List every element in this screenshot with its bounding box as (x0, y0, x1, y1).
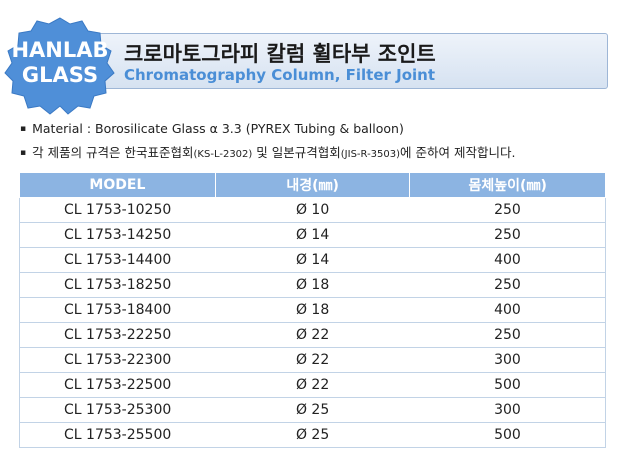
diameter-cell: Ø 18 (215, 272, 410, 298)
height-cell: 250 (409, 322, 606, 348)
model-table: MODEL 내경(㎜) 몸체높이(㎜) CL 1753-10250 Ø 10 250… (19, 172, 606, 448)
diameter-cell: Ø 14 (215, 247, 410, 273)
standard-text-a: 각 제품의 규격은 한국표준협회 (32, 145, 194, 160)
model-cell: CL 1753-22300 (19, 347, 216, 373)
table-header-row: MODEL 내경(㎜) 몸체높이(㎜) (19, 172, 606, 198)
diameter-cell: Ø 22 (215, 322, 410, 348)
model-cell: CL 1753-14250 (19, 222, 216, 248)
column-header-inner-diameter: 내경(㎜) (214, 172, 411, 198)
model-cell: CL 1753-18250 (19, 272, 216, 298)
page-title-english: Chromatography Column, Filter Joint (124, 66, 436, 84)
table-row: CL 1753-22250 Ø 22 250 (19, 322, 606, 348)
model-cell: CL 1753-25500 (19, 422, 216, 448)
spec-standard-line: ▪ 각 제품의 규격은 한국표준협회(KS-L-2302) 및 일본규격협회(JI… (20, 142, 515, 161)
bullet-icon: ▪ (20, 124, 27, 134)
table-row: CL 1753-14400 Ø 14 400 (19, 247, 606, 273)
table-row: CL 1753-22500 Ø 22 500 (19, 372, 606, 398)
hanlab-glass-logo: HANLAB GLASS (4, 16, 116, 116)
column-header-model: MODEL (19, 172, 216, 198)
table-row: CL 1753-14250 Ø 14 250 (19, 222, 606, 248)
model-cell: CL 1753-18400 (19, 297, 216, 323)
model-cell: CL 1753-22500 (19, 372, 216, 398)
diameter-cell: Ø 25 (215, 397, 410, 423)
height-cell: 250 (409, 222, 606, 248)
logo-text: HANLAB GLASS (4, 38, 116, 88)
bullet-icon: ▪ (20, 148, 27, 158)
diameter-cell: Ø 22 (215, 372, 410, 398)
height-cell: 250 (409, 197, 606, 223)
table-row: CL 1753-10250 Ø 10 250 (19, 197, 606, 223)
height-cell: 500 (409, 372, 606, 398)
diameter-cell: Ø 18 (215, 297, 410, 323)
standard-text-e: 에 준하여 제작합니다. (400, 145, 516, 160)
standard-text-c: 및 일본규격협회 (252, 145, 341, 160)
model-cell: CL 1753-25300 (19, 397, 216, 423)
table-row: CL 1753-25500 Ø 25 500 (19, 422, 606, 448)
jis-code: (JIS-R-3503) (340, 149, 401, 160)
page-title-korean: 크로마토그라피 칼럼 휠타부 조인트 (124, 42, 436, 66)
table-row: CL 1753-18400 Ø 18 400 (19, 297, 606, 323)
diameter-cell: Ø 22 (215, 347, 410, 373)
height-cell: 300 (409, 347, 606, 373)
height-cell: 250 (409, 272, 606, 298)
model-cell: CL 1753-14400 (19, 247, 216, 273)
spec-material-line: ▪ Material : Borosilicate Glass α 3.3 (PY… (20, 121, 404, 136)
model-cell: CL 1753-10250 (19, 197, 216, 223)
diameter-cell: Ø 10 (215, 197, 410, 223)
height-cell: 400 (409, 247, 606, 273)
table-row: CL 1753-22300 Ø 22 300 (19, 347, 606, 373)
model-cell: CL 1753-22250 (19, 322, 216, 348)
height-cell: 500 (409, 422, 606, 448)
logo-line-2: GLASS (21, 63, 99, 87)
table-row: CL 1753-25300 Ø 25 300 (19, 397, 606, 423)
material-text: Material : Borosilicate Glass α 3.3 (PYR… (32, 121, 404, 136)
height-cell: 400 (409, 297, 606, 323)
height-cell: 300 (409, 397, 606, 423)
column-header-body-height: 몸체높이(㎜) (409, 172, 606, 198)
logo-line-1: HANLAB (11, 38, 109, 62)
table-row: CL 1753-18250 Ø 18 250 (19, 272, 606, 298)
diameter-cell: Ø 14 (215, 222, 410, 248)
ks-code: (KS-L-2302) (193, 149, 253, 160)
diameter-cell: Ø 25 (215, 422, 410, 448)
